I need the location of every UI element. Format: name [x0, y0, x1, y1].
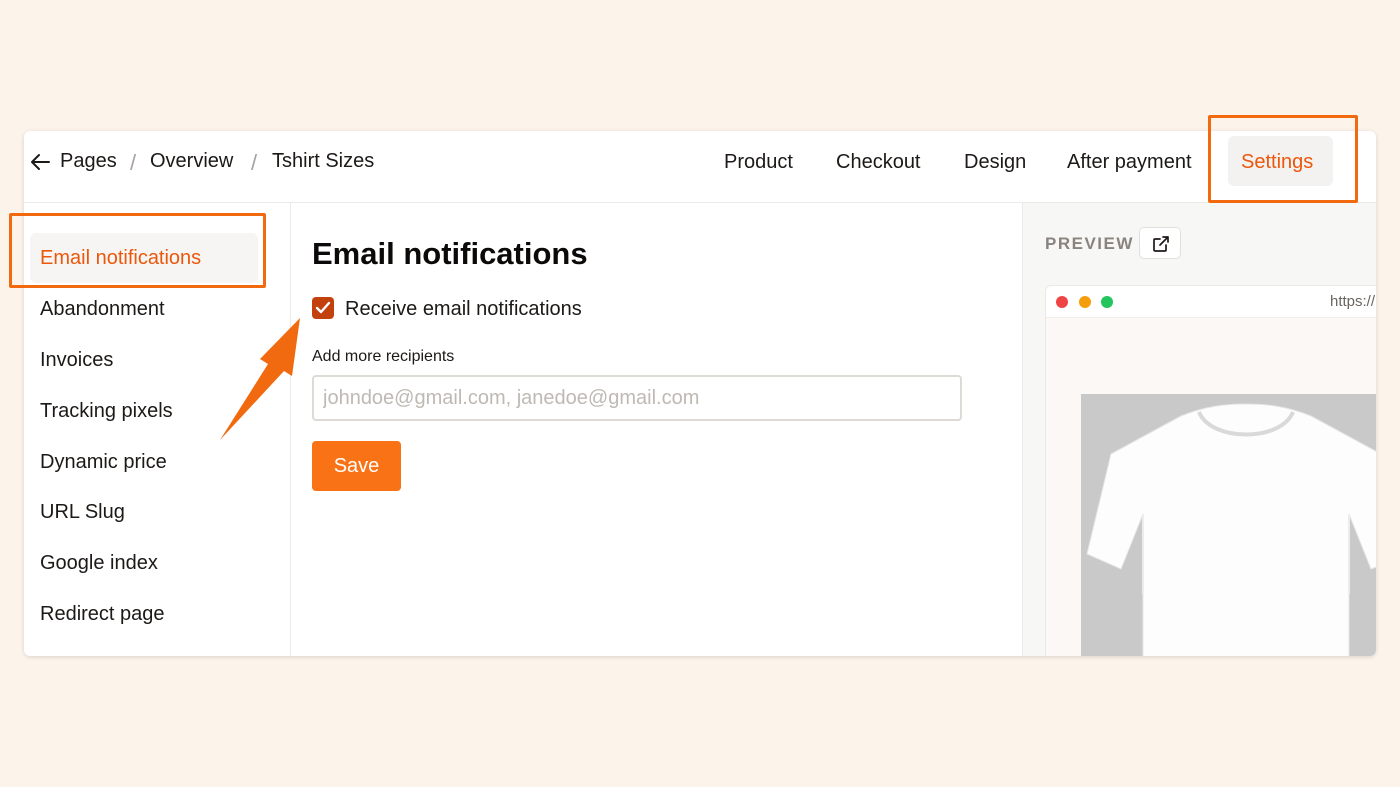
- open-preview-button[interactable]: [1139, 227, 1181, 259]
- external-link-icon: [1153, 236, 1169, 252]
- settings-highlight-box: [1208, 115, 1358, 203]
- top-bar: Pages / Overview / Tshirt Sizes Product …: [24, 131, 1376, 203]
- window-minimize-dot: [1079, 296, 1091, 308]
- product-image: [1081, 394, 1376, 656]
- breadcrumb-pages[interactable]: Pages: [60, 150, 117, 173]
- browser-toolbar: https://: [1046, 286, 1376, 318]
- breadcrumb-current: Tshirt Sizes: [272, 150, 375, 172]
- main-panel: Email notifications Receive email notifi…: [291, 203, 1022, 656]
- preview-panel: PREVIEW https://: [1022, 203, 1376, 656]
- breadcrumb-separator: /: [251, 150, 258, 175]
- preview-label: PREVIEW: [1045, 234, 1134, 253]
- sidebar-item-url-slug[interactable]: URL Slug: [40, 501, 125, 524]
- window-maximize-dot: [1101, 296, 1113, 308]
- breadcrumb-separator: /: [130, 150, 137, 175]
- save-button[interactable]: Save: [312, 441, 401, 491]
- tab-after-payment[interactable]: After payment: [1067, 151, 1192, 174]
- annotation-arrow-icon: [220, 318, 300, 440]
- tshirt-image: [1086, 403, 1376, 656]
- window-close-dot: [1056, 296, 1068, 308]
- recipients-input[interactable]: [312, 375, 962, 421]
- email-notifications-highlight-box: [9, 213, 266, 288]
- checkbox-label[interactable]: Receive email notifications: [345, 298, 582, 321]
- sidebar-item-abandonment[interactable]: Abandonment: [40, 298, 165, 321]
- check-icon: [315, 301, 331, 314]
- sidebar-item-tracking-pixels[interactable]: Tracking pixels: [40, 400, 173, 423]
- preview-browser-frame: https://: [1045, 285, 1376, 656]
- arrow-left-icon[interactable]: [29, 152, 51, 172]
- sidebar-item-dynamic-price[interactable]: Dynamic price: [40, 451, 167, 474]
- sidebar-item-invoices[interactable]: Invoices: [40, 349, 113, 372]
- preview-url: https://: [1330, 293, 1376, 310]
- sidebar-item-redirect-page[interactable]: Redirect page: [40, 603, 165, 626]
- recipients-label: Add more recipients: [312, 348, 455, 365]
- sidebar-item-google-index[interactable]: Google index: [40, 552, 158, 575]
- tab-checkout[interactable]: Checkout: [836, 151, 921, 174]
- page-title: Email notifications: [312, 236, 588, 271]
- email-notifications-checkbox[interactable]: [312, 297, 334, 319]
- preview-page: [1046, 318, 1376, 656]
- tab-design[interactable]: Design: [964, 151, 1026, 174]
- breadcrumb-overview[interactable]: Overview: [150, 150, 233, 173]
- tab-product[interactable]: Product: [724, 151, 793, 174]
